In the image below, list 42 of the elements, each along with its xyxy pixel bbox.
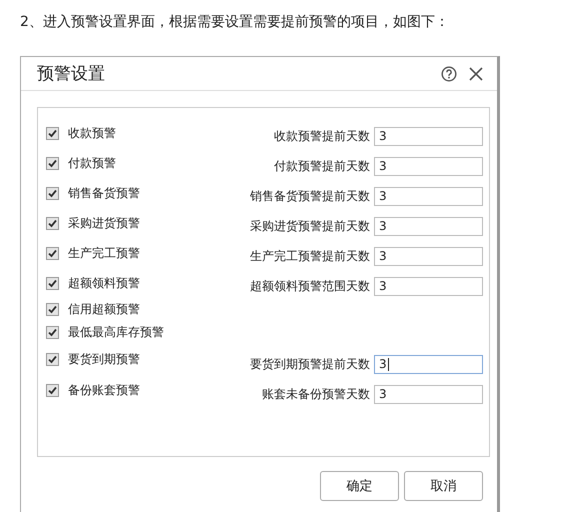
field-label: 采购进货预警提前天数 (250, 218, 370, 234)
checkbox-label: 要货到期预警 (68, 351, 140, 368)
field-label: 要货到期预警提前天数 (250, 356, 370, 372)
field-label: 超额领料预警范围天数 (250, 278, 370, 294)
checkbox-label: 生产完工预警 (68, 244, 140, 262)
checkbox[interactable] (46, 276, 59, 290)
checkbox[interactable] (46, 303, 59, 316)
checkbox[interactable] (46, 216, 59, 230)
checkbox-label: 采购进货预警 (68, 214, 140, 232)
checkbox-label: 收款预警 (68, 124, 116, 142)
days-field[interactable]: 3 (374, 126, 483, 146)
checkbox[interactable] (46, 384, 59, 396)
help-icon[interactable] (441, 66, 457, 82)
checkbox-label: 超额领料预警 (68, 274, 140, 292)
intro-text: 2、进入预警设置界面，根据需要设置需要提前预警的项目，如图下： (19, 13, 450, 32)
days-field[interactable]: 3 (374, 384, 483, 404)
field-label: 生产完工预警提前天数 (250, 248, 370, 264)
checkbox-label: 备份账套预警 (68, 382, 140, 398)
checkbox-label: 付款预警 (68, 154, 116, 172)
checkbox[interactable] (46, 186, 59, 200)
field-label: 账套未备份预警天数 (262, 386, 370, 402)
days-field[interactable]: 3 (374, 276, 483, 296)
days-field[interactable]: 3 (374, 354, 483, 374)
checkbox[interactable] (46, 326, 59, 339)
days-field[interactable]: 3 (374, 216, 483, 236)
days-field[interactable]: 3 (374, 156, 483, 176)
checkbox[interactable] (46, 126, 59, 140)
field-label: 付款预警提前天数 (274, 158, 370, 174)
checkbox[interactable] (46, 246, 59, 260)
checkbox-label: 最低最高库存预警 (68, 324, 164, 341)
close-icon[interactable] (469, 66, 483, 80)
checkbox[interactable] (46, 353, 59, 366)
field-label: 销售备货预警提前天数 (250, 188, 370, 204)
field-label: 收款预警提前天数 (274, 128, 370, 144)
days-field[interactable]: 3 (374, 246, 483, 266)
days-field[interactable]: 3 (374, 186, 483, 206)
checkbox[interactable] (46, 156, 59, 170)
dialog-title: 预警设置 (37, 63, 106, 85)
checkbox-label: 销售备货预警 (68, 184, 140, 202)
cancel-button[interactable]: 取消 (404, 471, 483, 501)
checkbox-label: 信用超额预警 (68, 301, 140, 318)
ok-button[interactable]: 确定 (320, 471, 399, 501)
